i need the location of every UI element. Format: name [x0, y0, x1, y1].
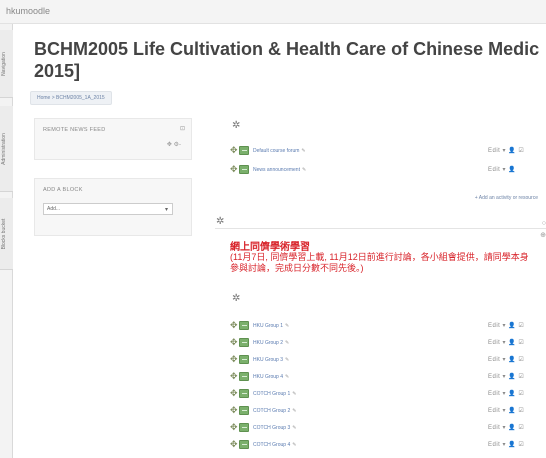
move-icon[interactable]: ✥	[230, 405, 238, 416]
activity-controls[interactable]: Edit ▾ 👤 ☑	[488, 424, 524, 431]
section-summary: (11月7日, 同儕學習上載, 11月12日前進行討論，各小組會提供，請同學本身…	[230, 252, 529, 273]
add-block-select[interactable]: Add... ▾	[43, 203, 173, 215]
forum-icon	[239, 406, 249, 415]
activity-controls[interactable]: Edit ▾ 👤 ☑	[488, 322, 524, 329]
block-title: REMOTE NEWS FEED	[43, 127, 106, 133]
activity-row: ✥ HKU Group 2 ✎ Edit ▾ 👤 ☑	[230, 337, 546, 349]
forum-icon	[239, 423, 249, 432]
activity-link[interactable]: HKU Group 3 ✎	[253, 357, 289, 363]
move-icon[interactable]: ✥	[230, 145, 238, 156]
edit-title-icon[interactable]: ✎	[292, 408, 296, 414]
add-activity-link[interactable]: + Add an activity or resource	[475, 195, 538, 201]
section-title[interactable]: 網上同儕學術學習	[230, 238, 310, 253]
block-actions-icon[interactable]: ✥ ⚙-	[167, 141, 181, 148]
dock-tab-label: Navigation	[1, 51, 7, 76]
move-icon[interactable]: ✥	[230, 337, 238, 348]
activity-link[interactable]: News announcement ✎	[253, 167, 306, 173]
activity-controls[interactable]: Edit ▾ 👤 ☑	[488, 147, 524, 154]
edit-title-icon[interactable]: ✎	[292, 391, 296, 397]
activity-controls[interactable]: Edit ▾ 👤 ☑	[488, 390, 524, 397]
activity-controls[interactable]: Edit ▾ 👤 ☑	[488, 356, 524, 363]
activity-row: ✥ HKU Group 3 ✎ Edit ▾ 👤 ☑	[230, 354, 546, 366]
section1-activity-gear-icon[interactable]: ✲	[232, 293, 240, 304]
move-icon[interactable]: ✥	[230, 354, 238, 365]
section-divider	[215, 228, 546, 229]
move-icon[interactable]: ✥	[230, 371, 238, 382]
activity-link[interactable]: COTCH Group 3 ✎	[253, 425, 296, 431]
forum-icon	[239, 338, 249, 347]
activity-row: ✥ HKU Group 1 ✎ Edit ▾ 👤 ☑	[230, 320, 546, 332]
activity-link[interactable]: COTCH Group 4 ✎	[253, 442, 296, 448]
activity-link[interactable]: Default course forum ✎	[253, 148, 306, 154]
activity-row: ✥ COTCH Group 4 ✎ Edit ▾ 👤 ☑	[230, 439, 546, 451]
edit-title-icon[interactable]: ✎	[285, 340, 289, 346]
edit-title-icon[interactable]: ✎	[301, 148, 305, 154]
dock-tab-label: Blocks bucket	[1, 218, 7, 249]
dock-sidebar: Navigation Administration Blocks bucket	[0, 24, 13, 458]
activity-link[interactable]: HKU Group 4 ✎	[253, 374, 289, 380]
activity-controls[interactable]: Edit ▾ 👤 ☑	[488, 407, 524, 414]
move-icon[interactable]: ✥	[230, 320, 238, 331]
activity-controls[interactable]: Edit ▾ 👤 ☑	[488, 441, 524, 448]
chevron-down-icon: ▾	[164, 207, 168, 213]
forum-icon	[239, 372, 249, 381]
forum-icon	[239, 165, 249, 174]
section0-edit-gear-icon[interactable]: ✲	[232, 120, 240, 131]
edit-title-icon[interactable]: ✎	[302, 167, 306, 173]
course-title-line2: 2015]	[34, 61, 81, 81]
forum-icon	[239, 440, 249, 449]
site-brand[interactable]: hkumoodle	[6, 6, 50, 16]
section1-edit-gear-icon[interactable]: ✲	[216, 216, 224, 227]
add-block-block: ADD A BLOCK Add... ▾	[34, 178, 192, 236]
edit-title-icon[interactable]: ✎	[285, 374, 289, 380]
edit-title-icon[interactable]: ✎	[292, 425, 296, 431]
block-dock-icon[interactable]: ⊡	[180, 125, 185, 132]
activity-link[interactable]: HKU Group 1 ✎	[253, 323, 289, 329]
move-icon[interactable]: ✥	[230, 439, 238, 450]
activity-link[interactable]: COTCH Group 1 ✎	[253, 391, 296, 397]
activity-link[interactable]: HKU Group 2 ✎	[253, 340, 289, 346]
activity-controls[interactable]: Edit ▾ 👤	[488, 166, 516, 173]
breadcrumb[interactable]: Home > BCHM2005_1A_2015	[30, 91, 112, 105]
forum-icon	[239, 389, 249, 398]
forum-icon	[239, 355, 249, 364]
forum-icon	[239, 321, 249, 330]
move-icon[interactable]: ✥	[230, 388, 238, 399]
edit-title-icon[interactable]: ✎	[285, 323, 289, 329]
section-visibility-icon[interactable]: ⊕	[540, 231, 546, 239]
activity-row: ✥ COTCH Group 3 ✎ Edit ▾ 👤 ☑	[230, 422, 546, 434]
top-navbar: hkumoodle	[0, 0, 546, 24]
activity-row: ✥ COTCH Group 2 ✎ Edit ▾ 👤 ☑	[230, 405, 546, 417]
remote-news-feed-block: REMOTE NEWS FEED ⊡ ✥ ⚙-	[34, 118, 192, 160]
dock-tab-blocks-bucket[interactable]: Blocks bucket	[0, 198, 13, 270]
move-icon[interactable]: ✥	[230, 164, 238, 175]
activity-row: ✥ Default course forum ✎ Edit ▾ 👤 ☑	[230, 145, 546, 157]
forum-icon	[239, 146, 249, 155]
move-icon[interactable]: ✥	[230, 422, 238, 433]
section-highlight-icon[interactable]: ○	[542, 220, 546, 227]
activity-controls[interactable]: Edit ▾ 👤 ☑	[488, 373, 524, 380]
edit-title-icon[interactable]: ✎	[285, 357, 289, 363]
activity-row: ✥ COTCH Group 1 ✎ Edit ▾ 👤 ☑	[230, 388, 546, 400]
block-title: ADD A BLOCK	[43, 187, 83, 193]
activity-link[interactable]: COTCH Group 2 ✎	[253, 408, 296, 414]
dock-tab-administration[interactable]: Administration	[0, 106, 13, 192]
activity-controls[interactable]: Edit ▾ 👤 ☑	[488, 339, 524, 346]
page-title: BCHM2005 Life Cultivation & Health Care …	[34, 38, 546, 82]
course-content: ✲ ✥ Default course forum ✎ Edit ▾ 👤 ☑ ✥ N…	[215, 110, 546, 458]
dock-tab-label: Administration	[1, 132, 7, 165]
activity-row: ✥ News announcement ✎ Edit ▾ 👤	[230, 164, 546, 176]
activity-row: ✥ HKU Group 4 ✎ Edit ▾ 👤 ☑	[230, 371, 546, 383]
dock-tab-navigation[interactable]: Navigation	[0, 30, 13, 98]
select-value: Add...	[47, 206, 61, 212]
course-title-line1: BCHM2005 Life Cultivation & Health Care …	[34, 39, 540, 59]
edit-title-icon[interactable]: ✎	[292, 442, 296, 448]
